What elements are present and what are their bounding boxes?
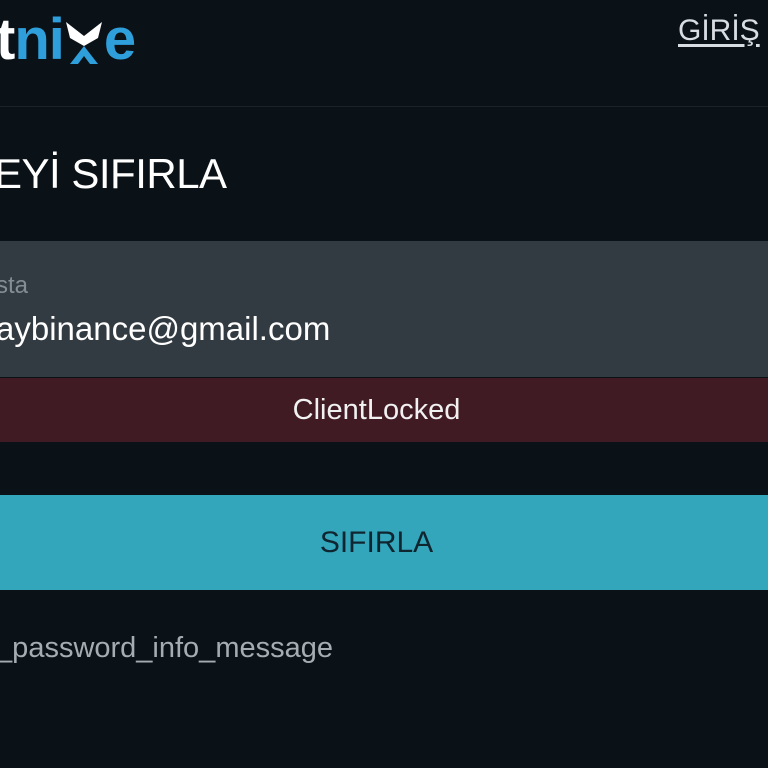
login-link[interactable]: GİRİŞ: [678, 14, 760, 48]
email-value[interactable]: aybinance@gmail.com: [0, 310, 330, 348]
logo[interactable]: t ni e: [0, 4, 136, 76]
logo-text-blue-end: e: [103, 7, 136, 72]
page: t ni e GİRİŞ EYİ SIFIRLA sta aybinance@g…: [0, 0, 768, 768]
header: t ni e GİRİŞ: [0, 0, 768, 107]
logo-text-blue: ni: [14, 7, 65, 72]
error-message: ClientLocked: [292, 394, 461, 426]
page-title: EYİ SIFIRLA: [0, 150, 227, 197]
reset-button[interactable]: [0, 495, 768, 590]
email-field[interactable]: [0, 241, 768, 377]
email-label: sta: [0, 272, 29, 299]
logo-x-icon: [65, 22, 102, 64]
logo-text-white: t: [0, 7, 15, 72]
info-message: t_password_info_message: [0, 632, 333, 664]
